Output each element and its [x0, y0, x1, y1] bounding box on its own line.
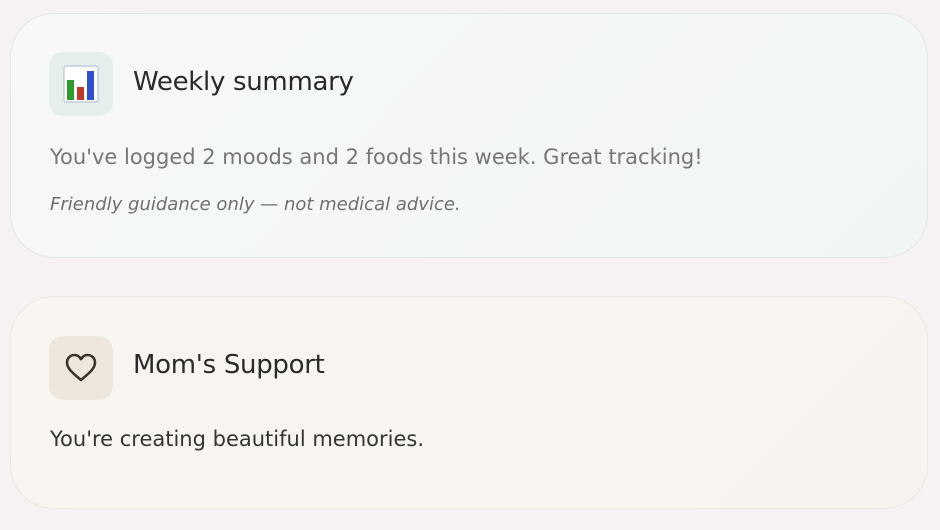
moms-support-icon-box	[49, 336, 113, 400]
weekly-summary-icon-box	[49, 52, 113, 116]
weekly-summary-message: You've logged 2 moods and 2 foods this w…	[50, 145, 703, 169]
moms-support-card: Mom's Support You're creating beautiful …	[10, 296, 928, 509]
weekly-summary-title: Weekly summary	[133, 67, 354, 97]
bar-chart-icon	[63, 65, 99, 103]
moms-support-message: You're creating beautiful memories.	[50, 427, 425, 451]
weekly-summary-card: Weekly summary You've logged 2 moods and…	[10, 13, 928, 258]
heart-icon	[65, 353, 97, 382]
moms-support-title: Mom's Support	[133, 350, 325, 380]
medical-disclaimer-note: Friendly guidance only — not medical adv…	[50, 194, 461, 215]
